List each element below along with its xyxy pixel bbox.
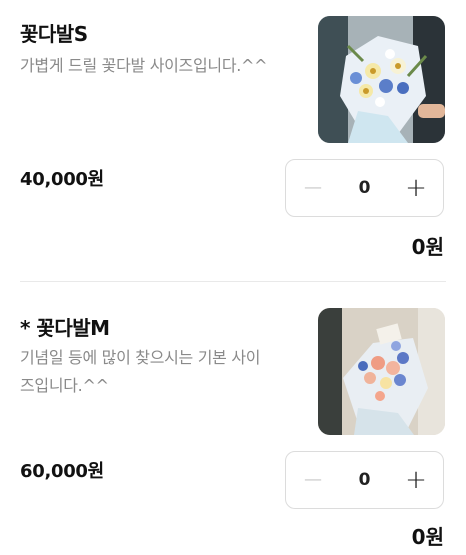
product-price: 40,000원: [20, 169, 104, 190]
bouquet-photo: [318, 308, 445, 435]
product-description-line-2: 즈입니다.^^: [20, 376, 109, 395]
product-card-medium: * 꽃다발M 기념일 등에 많이 찾으시는 기본 사이 즈입니다.^^ 60,0…: [0, 292, 466, 555]
product-card-small: 꽃다발S 가볍게 드릴 꽃다발 사이즈입니다.^^ 40,000원 − 0 + …: [0, 0, 466, 272]
plus-icon[interactable]: +: [389, 160, 443, 216]
product-description: 가볍게 드릴 꽃다발 사이즈입니다.^^: [20, 56, 268, 75]
divider: [20, 281, 446, 282]
plus-icon[interactable]: +: [389, 452, 443, 508]
product-description-line-1: 기념일 등에 많이 찾으시는 기본 사이: [20, 348, 261, 367]
product-image[interactable]: [318, 308, 445, 435]
minus-icon[interactable]: −: [286, 160, 340, 216]
product-title: 꽃다발S: [20, 22, 88, 46]
minus-icon[interactable]: −: [286, 452, 340, 508]
quantity-value[interactable]: 0: [340, 160, 389, 216]
quantity-stepper: − 0 +: [285, 159, 444, 217]
product-title: * 꽃다발M: [20, 316, 110, 340]
product-image[interactable]: [318, 16, 445, 143]
product-subtotal: 0원: [411, 235, 444, 259]
quantity-stepper: − 0 +: [285, 451, 444, 509]
quantity-value[interactable]: 0: [340, 452, 389, 508]
product-subtotal: 0원: [411, 525, 444, 549]
product-price: 60,000원: [20, 461, 104, 482]
bouquet-photo: [318, 16, 445, 143]
